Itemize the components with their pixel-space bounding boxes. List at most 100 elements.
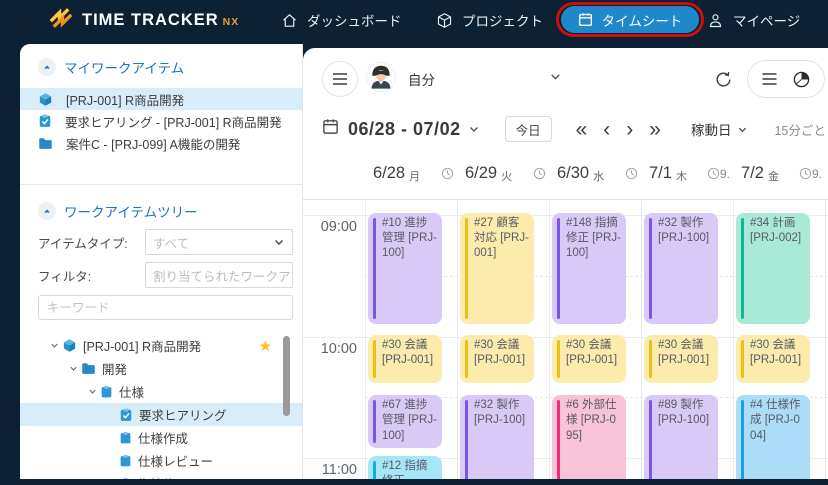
sidebar-scrollbar[interactable]: [283, 336, 290, 416]
tree-item[interactable]: 仕様作成: [20, 426, 302, 449]
filter-row: フィルタ: 割り当てられたワークア: [38, 262, 293, 288]
clock-icon: [625, 167, 638, 180]
tree-item[interactable]: 仕様レビュー: [20, 449, 302, 472]
day-total-hours: 9.: [812, 167, 822, 181]
task-icon: [119, 408, 133, 422]
calendar-event[interactable]: #6 外部仕様 [PRJ-095]: [552, 395, 626, 479]
calendar-event[interactable]: #89 製作 [PRJ-100]: [644, 395, 718, 479]
calendar-event[interactable]: #27 顧客対応 [PRJ-001]: [460, 213, 534, 324]
list-view-icon[interactable]: [761, 72, 778, 86]
chevron-down-icon: [737, 124, 748, 135]
work-item-label: 要求ヒアリング - [PRJ-001] R商品開発: [65, 112, 282, 131]
cube-outline-icon: [436, 12, 453, 29]
work-item[interactable]: [PRJ-001] R商品開発: [20, 88, 302, 110]
event-color-bar: [741, 218, 744, 319]
clock-icon: [441, 167, 454, 180]
chevron-down-icon: [273, 236, 285, 248]
day-header-6/28[interactable]: 6/28月: [365, 148, 457, 199]
home-icon: [281, 12, 298, 29]
event-color-bar: [373, 218, 376, 319]
item-type-select[interactable]: すべて: [145, 229, 293, 255]
event-color-bar: [741, 340, 744, 379]
menu-button[interactable]: [322, 61, 358, 97]
refresh-icon[interactable]: [714, 70, 733, 89]
calendar-event[interactable]: #30 会議 [PRJ-001]: [552, 335, 626, 384]
tree-item[interactable]: 指摘修正: [20, 472, 302, 479]
avatar: [366, 62, 396, 97]
chevron-expand-icon[interactable]: [65, 363, 81, 374]
date-range-selector[interactable]: 06/28 - 07/02: [348, 119, 480, 140]
user-selector[interactable]: 自分: [366, 62, 562, 97]
work-item-label: [PRJ-001] R商品開発: [66, 90, 184, 109]
person-icon: [707, 12, 724, 29]
calendar-event[interactable]: #34 計画 [PRJ-002]: [736, 213, 810, 324]
calendar-event[interactable]: #30 会議 [PRJ-001]: [460, 335, 534, 384]
interval-selector[interactable]: 15分ごと: [774, 120, 825, 139]
nav-item-1[interactable]: プロジェクト: [436, 0, 543, 40]
calendar-event[interactable]: #4 仕様作成 [PRJ-004]: [736, 395, 810, 479]
day-column-border: [641, 200, 642, 479]
filter-select[interactable]: 割り当てられたワークア: [145, 262, 293, 288]
star-icon[interactable]: ★: [259, 337, 272, 355]
app-window: TIME TRACKER NX ダッシュボードプロジェクトタイムシートマイページ…: [0, 0, 828, 485]
clipboard-icon: [100, 385, 113, 399]
section-my-work-items[interactable]: マイワークアイテム: [38, 57, 184, 77]
event-color-bar: [557, 340, 560, 379]
today-button[interactable]: 今日: [505, 116, 552, 142]
section-work-item-tree[interactable]: ワークアイテムツリー: [38, 201, 198, 221]
sidebar: マイワークアイテム [PRJ-001] R商品開発要求ヒアリング - [PRJ-…: [20, 44, 303, 479]
time-label: 11:00: [303, 462, 357, 478]
keyword-input[interactable]: [38, 295, 293, 320]
clipboard-icon: [119, 477, 132, 480]
day-header-6/29[interactable]: 6/29火: [457, 148, 549, 199]
work-item[interactable]: 案件C - [PRJ-099] A機能の開発: [20, 132, 302, 154]
tree-item-label: [PRJ-001] R商品開発: [83, 336, 201, 355]
tree-item[interactable]: 仕様: [20, 380, 302, 403]
prev-week-button[interactable]: «: [568, 119, 596, 140]
work-item[interactable]: 要求ヒアリング - [PRJ-001] R商品開発: [20, 110, 302, 132]
workday-selector[interactable]: 稼動日: [691, 119, 749, 139]
calendar-event[interactable]: #67 進捗管理 [PRJ-100]: [368, 395, 442, 448]
calendar-event[interactable]: #148 指摘修正 [PRJ-100]: [552, 213, 626, 324]
day-header-7/1[interactable]: 7/1木9.: [641, 148, 733, 199]
calendar-event[interactable]: #12 指摘修正: [368, 456, 442, 479]
section-title: マイワークアイテム: [64, 57, 184, 77]
day-header-7/2[interactable]: 7/2金9.: [733, 148, 825, 199]
next-day-button[interactable]: ›: [618, 119, 641, 140]
nav-item-timesheet[interactable]: タイムシート: [561, 6, 700, 33]
tree-item[interactable]: 要求ヒアリング: [20, 403, 302, 426]
user-name: 自分: [408, 69, 435, 89]
calendar-event[interactable]: #30 会議 [PRJ-001]: [644, 335, 718, 384]
event-color-bar: [465, 218, 468, 319]
event-title: #30 会議 [PRJ-001]: [552, 335, 626, 368]
prev-day-button[interactable]: ‹: [595, 119, 618, 140]
chevron-expand-icon[interactable]: [46, 340, 62, 351]
tree-item-label: 仕様レビュー: [138, 451, 213, 470]
next-week-button[interactable]: »: [641, 119, 669, 140]
calendar-event[interactable]: #30 会議 [PRJ-001]: [736, 335, 810, 384]
event-title: #27 顧客対応 [PRJ-001]: [460, 213, 534, 262]
calendar-event[interactable]: #32 製作 [PRJ-100]: [460, 395, 534, 479]
my-work-items-list: [PRJ-001] R商品開発要求ヒアリング - [PRJ-001] R商品開発…: [20, 88, 302, 154]
task-icon: [38, 114, 52, 128]
day-header-6/30[interactable]: 6/30水: [549, 148, 641, 199]
calendar-event[interactable]: #10 進捗管理 [PRJ-100]: [368, 213, 442, 324]
nav-item-0[interactable]: ダッシュボード: [281, 0, 402, 40]
nav-item-3[interactable]: マイページ: [707, 0, 800, 40]
filter-label: フィルタ:: [38, 266, 145, 285]
day-column-border: [825, 200, 826, 479]
tree-item[interactable]: 開発: [20, 357, 302, 380]
event-title: #30 会議 [PRJ-001]: [644, 335, 718, 368]
event-title: #4 仕様作成 [PRJ-004]: [736, 395, 810, 444]
collapse-toggle-icon[interactable]: [38, 58, 56, 76]
calendar-event[interactable]: #32 製作 [PRJ-100]: [644, 213, 718, 324]
tree-item[interactable]: [PRJ-001] R商品開発 ★: [20, 334, 302, 357]
pie-chart-icon[interactable]: [792, 70, 811, 89]
tree-item-label: 指摘修正: [138, 474, 188, 479]
event-color-bar: [373, 340, 376, 379]
collapse-toggle-icon[interactable]: [38, 202, 56, 220]
chevron-expand-icon[interactable]: [84, 386, 100, 397]
calendar-event[interactable]: #30 会議 [PRJ-001]: [368, 335, 442, 384]
day-total-hours: 9.: [720, 167, 730, 181]
day-date: 6/29: [465, 164, 497, 183]
